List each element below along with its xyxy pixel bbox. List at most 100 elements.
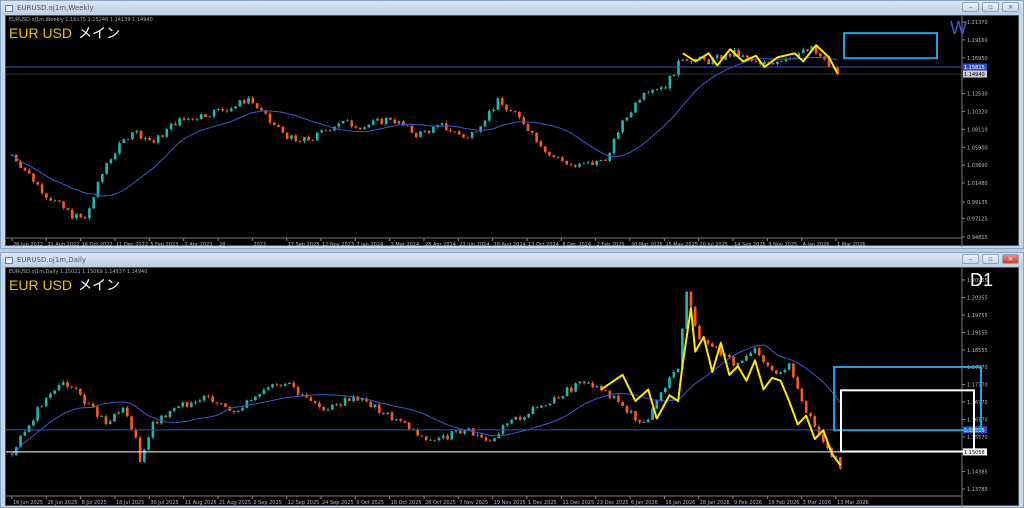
candle-body (552, 397, 556, 404)
date-tick-label: 16 Jun 2025 (13, 500, 43, 506)
date-tick-label: 8 Dec 2024 (562, 242, 591, 247)
candle-body (406, 125, 409, 127)
candle-body (505, 104, 508, 111)
weekly-chart[interactable]: 1.21370 1.19160 1.16950 1.12530 1.10320 1.081… (5, 15, 1020, 247)
candle-body (326, 409, 330, 411)
candle-body (185, 402, 189, 407)
candle-body (522, 117, 525, 125)
minimize-button[interactable]: – (962, 254, 979, 264)
candle-body (556, 156, 560, 158)
candle-body (292, 382, 296, 388)
price-tick-label: 0.94815 (967, 235, 988, 241)
candle-body (591, 162, 594, 166)
candle-body (642, 422, 646, 423)
weekly-chart-window: EURUSD.oj1m,Weekly – ▫ × 1.21370 1.19160 1.1… (0, 0, 1024, 249)
candle-body (433, 439, 437, 441)
candle-body (544, 405, 548, 407)
candle-body (561, 157, 564, 161)
candle-body (260, 108, 263, 111)
candle-body (796, 377, 799, 389)
candle-body (462, 134, 465, 138)
candle-body (224, 403, 227, 407)
candle-body (390, 412, 394, 421)
candle-body (445, 123, 448, 131)
candle-body (190, 402, 193, 407)
date-tick-label: 23 Jun 2024 (459, 242, 489, 247)
maximize-button[interactable]: ▫ (982, 2, 999, 12)
candle-body (32, 420, 35, 426)
candle-body (800, 388, 804, 402)
candle-body (122, 139, 126, 143)
candle-body (121, 407, 125, 413)
candle-body (429, 439, 432, 441)
candle-body (509, 110, 513, 112)
candle-body (681, 59, 685, 61)
date-tick-label: 1 Dec 2025 (528, 500, 557, 506)
candle-body (147, 437, 150, 450)
candle-body (296, 387, 300, 395)
candle-body (169, 123, 173, 130)
date-tick-label: 9 Nov 2025 (768, 242, 797, 247)
candle-body (565, 160, 568, 165)
candle-body (779, 372, 782, 374)
date-tick-label: 11 Aug 2025 (185, 500, 217, 506)
date-tick-label: 17 Sep 2023 (288, 242, 320, 247)
candle-body (91, 403, 95, 407)
weekly-titlebar[interactable]: EURUSD.oj1m,Weekly (1, 1, 1023, 15)
daily-symbol-label: EUR USD メイン (9, 275, 120, 295)
candle-body (569, 164, 573, 166)
candle-body (311, 140, 315, 141)
candle-body (535, 406, 539, 408)
candle-body (337, 123, 341, 127)
daily-chart[interactable]: 1.20955 1.20355 1.19755 1.19155 1.18555 1.179… (5, 267, 1020, 507)
candle-body (535, 132, 538, 142)
candle-body (646, 419, 650, 423)
price-tick-label: 0.97125 (967, 216, 988, 222)
candle-body (389, 117, 392, 120)
candle-body (288, 382, 291, 384)
candle-body (437, 437, 441, 441)
daily-titlebar[interactable]: EURUSD.oj1m,Daily (1, 253, 1023, 267)
candle-body (783, 369, 787, 373)
candle-body (689, 291, 693, 307)
daily-plot[interactable]: 1.209551.203551.197551.191551.185551.179… (6, 268, 1020, 507)
candle-body (109, 159, 113, 164)
date-tick-label: 21 Aug 2025 (219, 500, 251, 506)
date-tick-label: 13 Mar 2026 (837, 500, 869, 506)
date-tick-label: 3 Mar 2024 (391, 242, 420, 247)
date-tick-label: 12 Sep 2025 (288, 500, 320, 506)
candle-body (61, 382, 65, 386)
date-tick-label: 11 Dec 2025 (562, 500, 594, 506)
candle-body (165, 129, 169, 137)
candle-body (728, 354, 731, 357)
candle-body (476, 434, 479, 436)
candle-body (659, 392, 663, 401)
date-tick-label: 28 Oct 2025 (425, 500, 456, 506)
candle-body (523, 417, 526, 420)
candle-body (219, 403, 223, 405)
maximize-button[interactable]: ▫ (982, 254, 999, 264)
candle-body (49, 197, 52, 201)
close-button[interactable]: × (1002, 2, 1019, 12)
candle-body (215, 402, 219, 404)
candle-body (249, 400, 253, 401)
date-tick-label: 25 May 2025 (665, 242, 698, 247)
close-button[interactable]: × (1002, 254, 1019, 264)
candle-body (440, 123, 444, 125)
candle-body (277, 125, 280, 128)
candle-body (194, 401, 197, 403)
candle-body (548, 403, 552, 406)
candle-body (745, 355, 748, 361)
candle-body (32, 173, 35, 182)
candle-body (309, 397, 313, 402)
candle-body (531, 406, 535, 415)
weekly-plot[interactable]: 1.21370 1.19160 1.16950 1.12530 1.10320 1.081… (6, 16, 1020, 247)
date-tick-label: 28 Apr 2024 (425, 242, 456, 247)
candle-body (87, 403, 91, 405)
candle-body (313, 401, 317, 403)
minimize-button[interactable]: – (962, 2, 979, 12)
candle-body (377, 404, 381, 413)
candle-body (113, 153, 117, 160)
candle-body (809, 412, 812, 417)
candle-body (262, 389, 266, 395)
